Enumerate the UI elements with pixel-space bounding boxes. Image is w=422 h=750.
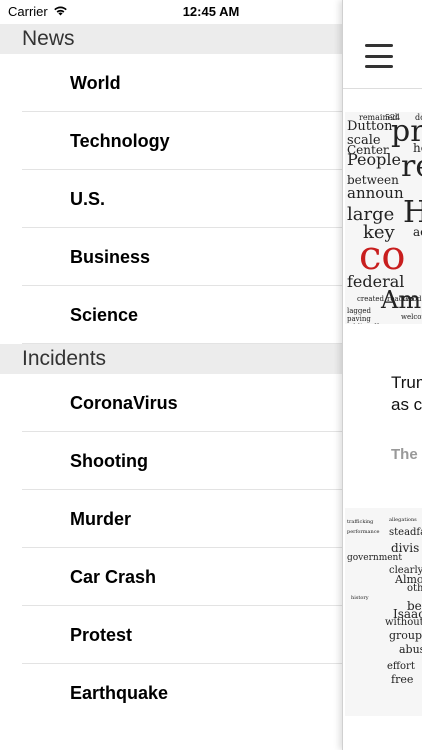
menu-item-u-s[interactable]: U.S. [22,170,342,228]
word-cloud-word: performance [347,529,380,535]
menu-item-science[interactable]: Science [22,286,342,344]
side-menu: News World Technology U.S. Business Science In… [0,24,342,750]
word-cloud-word: group [389,629,422,642]
article-title-line: Trum [391,373,422,392]
menu-item-car-crash[interactable]: Car Crash [22,548,342,606]
word-cloud-word: Good [403,295,422,303]
word-cloud-image-1[interactable]: remained524dollaDuttonprscaleCenterhcPeo… [345,112,422,324]
word-cloud-word: without [385,617,422,628]
word-cloud-word: abuse [399,643,422,656]
word-cloud-word: free [391,673,414,686]
word-cloud-word: ac [413,225,422,239]
menu-item-murder[interactable]: Murder [22,490,342,548]
nav-divider [343,88,422,89]
word-cloud-word: re [401,149,422,184]
word-cloud-word: trafficking [347,519,374,525]
word-cloud-word: effort [387,661,415,672]
word-cloud-word: allegations [389,517,417,523]
word-cloud-word: Dutton [347,119,393,134]
word-cloud-word: steadfa [389,527,422,538]
menu-item-technology[interactable]: Technology [22,112,342,170]
content-panel[interactable]: remained524dollaDuttonprscaleCenterhcPeo… [342,0,422,750]
word-cloud-word: H [403,198,422,228]
section-header: News [0,24,342,54]
word-cloud-word: announ [347,184,404,202]
word-cloud-image-2[interactable]: steadfadivisgovernmentclearlyAlmostotheb… [345,508,422,716]
word-cloud-word: lagged [347,307,371,315]
word-cloud-word: history [351,595,369,601]
menu-item-world[interactable]: World [22,54,342,112]
menu-item-protest[interactable]: Protest [22,606,342,664]
word-cloud-word: government [347,553,402,563]
word-cloud-word: created [357,295,385,303]
article-title[interactable]: Trum as c [391,372,422,416]
word-cloud-word: co [359,233,406,279]
word-cloud-word: othe [407,583,422,594]
word-cloud-word: People [347,150,401,169]
word-cloud-word: welcomed [401,313,422,321]
menu-item-business[interactable]: Business [22,228,342,286]
menu-item-shooting[interactable]: Shooting [22,432,342,490]
menu-item-earthquake[interactable]: Earthquake [22,664,342,722]
menu-item-coronavirus[interactable]: CoronaVirus [22,374,342,432]
section-header: Incidents [0,344,342,374]
word-cloud-word: paving [347,315,371,323]
article-title-line: as c [391,395,422,414]
hamburger-menu-icon[interactable] [365,44,393,68]
article-source: The [391,446,418,463]
